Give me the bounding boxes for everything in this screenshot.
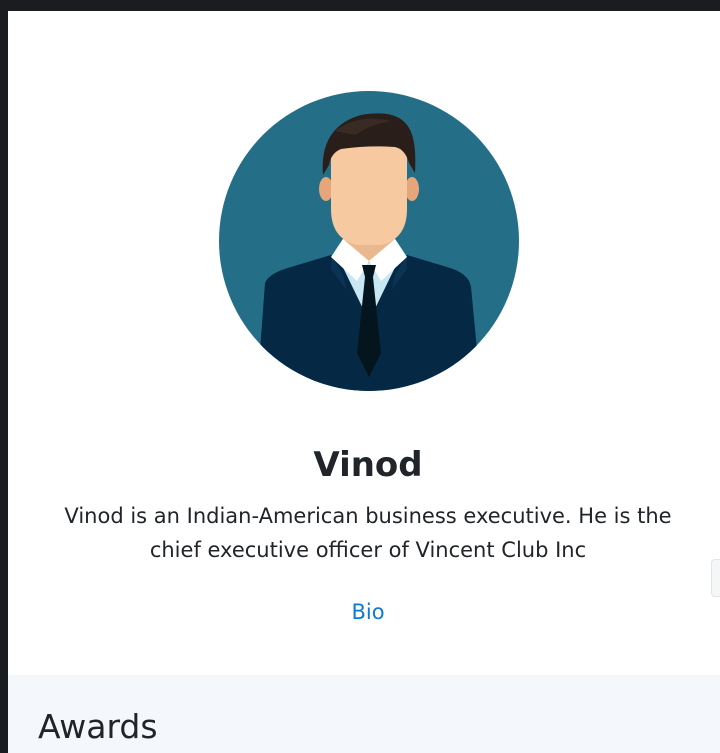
bio-link[interactable]: Bio — [8, 597, 720, 627]
page-content: Vinod Vinod is an Indian-American busine… — [8, 11, 720, 753]
awards-section: Awards — [8, 675, 720, 753]
side-scroll-tab[interactable] — [711, 559, 720, 597]
profile-description: Vinod is an Indian-American business exe… — [64, 504, 672, 562]
profile-name: Vinod — [313, 445, 423, 485]
businessman-avatar-icon — [219, 91, 519, 391]
window-left-border — [0, 0, 8, 753]
window-top-border — [0, 0, 720, 11]
awards-heading: Awards — [38, 707, 158, 746]
profile-card: Vinod Vinod is an Indian-American busine… — [8, 11, 720, 675]
